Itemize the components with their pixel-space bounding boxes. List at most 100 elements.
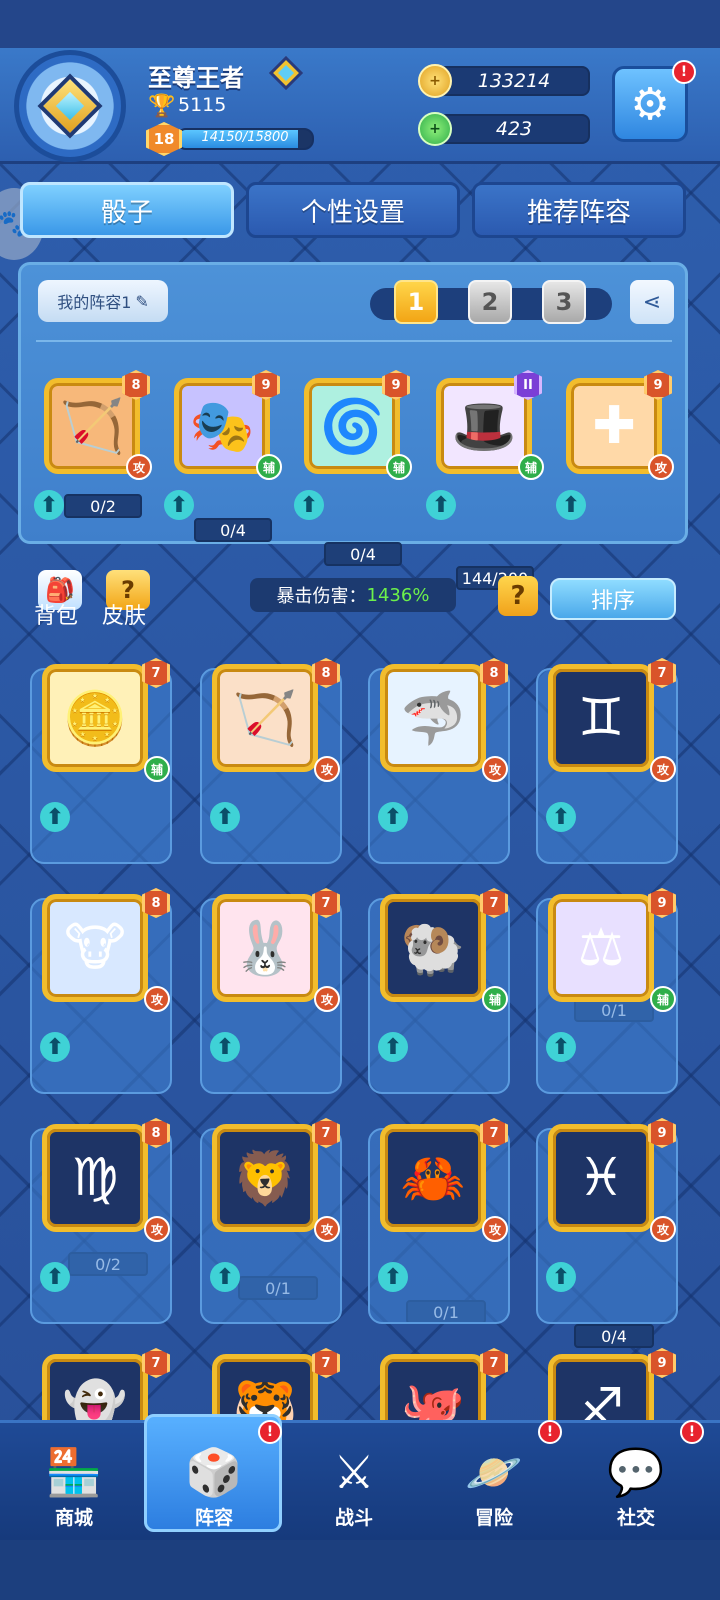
nav-planet[interactable]: 🪐 冒险	[424, 1432, 564, 1540]
bow-icon: 🏹	[59, 396, 125, 457]
mask-icon: 🎭	[189, 396, 255, 457]
add-gem-icon[interactable]: +	[418, 112, 452, 146]
crit-damage-value: 1436%	[366, 584, 430, 606]
collection-die-11[interactable]: 🦀	[380, 1124, 486, 1232]
help-button[interactable]: ?	[498, 576, 538, 616]
panel-divider	[36, 340, 672, 342]
lineup-slot-2[interactable]: 2	[468, 280, 512, 324]
die-type-badge: 攻	[126, 454, 152, 480]
upgrade-arrow-icon: ⬆	[546, 1032, 576, 1062]
cross-icon: ✚	[592, 396, 636, 456]
nav-label: 冒险	[474, 1507, 513, 1529]
die-type-badge: 攻	[482, 1216, 508, 1242]
nav-shop[interactable]: 🏪 商城	[4, 1432, 144, 1540]
coin-icon: 🪙	[62, 688, 128, 749]
xp-text: 14150/15800	[201, 130, 289, 145]
diamond-rank-emblem-icon	[37, 73, 103, 139]
lineup-slot-1[interactable]: 1	[394, 280, 438, 324]
gear-icon: ⚙	[630, 78, 670, 130]
collection-die-7[interactable]: 🐏	[380, 894, 486, 1002]
die-type-badge: 攻	[648, 454, 674, 480]
upgrade-arrow-icon: ⬆	[378, 1032, 408, 1062]
die-upgrade-progress: 0/4	[194, 518, 272, 542]
collection-die-6[interactable]: 🐰	[212, 894, 318, 1002]
edit-pencil-icon: ✎	[135, 291, 149, 311]
nav-chat[interactable]: 💬 社交	[566, 1432, 706, 1540]
collection-die-3[interactable]: 🦈	[380, 664, 486, 772]
nav-alert-badge: !	[538, 1420, 562, 1444]
upgrade-arrow-icon: ⬆	[426, 490, 456, 520]
die-type-badge: 攻	[314, 756, 340, 782]
die-type-badge: 攻	[650, 756, 676, 782]
gem-balance: 423	[438, 114, 590, 144]
lineup-slot-3[interactable]: 3	[542, 280, 586, 324]
rabbit-icon: 🐰	[232, 918, 298, 979]
collection-die-8[interactable]: ⚖	[548, 894, 654, 1002]
nav-label: 阵容	[194, 1507, 233, 1529]
crit-damage-label: 暴击伤害：	[276, 586, 367, 607]
die-upgrade-progress: 0/4	[574, 1324, 654, 1348]
collection-die-5[interactable]: 🐮	[42, 894, 148, 1002]
player-name: 至尊王者	[148, 64, 244, 92]
skin-label[interactable]: 皮肤	[102, 598, 146, 630]
nav-dice[interactable]: 🎲 阵容	[144, 1432, 284, 1540]
swords-icon: ⚔	[333, 1445, 375, 1499]
collection-die-4[interactable]: ♊	[548, 664, 654, 772]
collection-die-12[interactable]: ♓	[548, 1124, 654, 1232]
share-icon: ⋖	[642, 289, 662, 315]
upgrade-arrow-icon: ⬆	[34, 490, 64, 520]
collection-die-2[interactable]: 🏹	[212, 664, 318, 772]
die-type-badge: 攻	[482, 756, 508, 782]
sort-button[interactable]: 排序	[550, 578, 676, 620]
bottom-strip	[0, 1540, 720, 1600]
tab-recommended-lineup[interactable]: 推荐阵容	[472, 182, 686, 238]
die-type-badge: 辅	[650, 986, 676, 1012]
die-type-badge: 辅	[482, 986, 508, 1012]
die-type-badge: 攻	[650, 1216, 676, 1242]
pisces-icon: ♓	[577, 1148, 625, 1208]
upgrade-arrow-icon: ⬆	[40, 802, 70, 832]
lineup-name: 我的阵容1	[57, 293, 132, 312]
lineup-name-button[interactable]: 我的阵容1 ✎	[38, 280, 168, 322]
gemini-icon: ♊	[577, 688, 625, 748]
trophy-icon: 🏆	[148, 94, 176, 119]
lion-icon: 🦁	[232, 1148, 298, 1209]
diamond-rank-icon	[268, 56, 304, 90]
upgrade-arrow-icon: ⬆	[40, 1032, 70, 1062]
nav-label: 社交	[616, 1507, 655, 1529]
collection-die-1[interactable]: 🪙	[42, 664, 148, 772]
die-type-badge: 攻	[314, 986, 340, 1012]
trophy-count: 5115	[178, 94, 227, 116]
magic-hat-icon: 🎩	[451, 396, 517, 457]
virgo-icon: ♍	[71, 1148, 119, 1208]
shark-icon: 🦈	[400, 688, 466, 749]
dice-icon: 🎲	[185, 1445, 243, 1499]
backpack-label[interactable]: 背包	[34, 598, 78, 630]
upgrade-arrow-icon: ⬆	[164, 490, 194, 520]
upgrade-arrow-icon: ⬆	[210, 1032, 240, 1062]
collection-die-9[interactable]: ♍	[42, 1124, 148, 1232]
upgrade-arrow-icon: ⬆	[546, 1262, 576, 1292]
die-type-badge: 攻	[144, 986, 170, 1012]
share-button[interactable]: ⋖	[630, 280, 674, 324]
crit-damage-display: 暴击伤害： 1436%	[250, 578, 456, 612]
nav-alert-badge: !	[258, 1420, 282, 1444]
die-type-badge: 辅	[386, 454, 412, 480]
player-avatar[interactable]	[14, 50, 126, 162]
swirl-icon: 🌀	[319, 396, 385, 457]
shop-icon: 🏪	[45, 1445, 103, 1499]
tab-dice[interactable]: 骰子	[20, 182, 234, 238]
die-type-badge: 攻	[314, 1216, 340, 1242]
nav-swords[interactable]: ⚔ 战斗	[284, 1432, 424, 1540]
die-upgrade-progress: 0/4	[324, 542, 402, 566]
die-type-badge: 辅	[144, 756, 170, 782]
gold-balance: 133214	[438, 66, 590, 96]
crab-icon: 🦀	[400, 1148, 466, 1209]
upgrade-arrow-icon: ⬆	[556, 490, 586, 520]
add-gold-icon[interactable]: +	[418, 64, 452, 98]
upgrade-arrow-icon: ⬆	[546, 802, 576, 832]
upgrade-arrow-icon: ⬆	[210, 1262, 240, 1292]
tab-personal-settings[interactable]: 个性设置	[246, 182, 460, 238]
upgrade-arrow-icon: ⬆	[378, 802, 408, 832]
collection-die-10[interactable]: 🦁	[212, 1124, 318, 1232]
